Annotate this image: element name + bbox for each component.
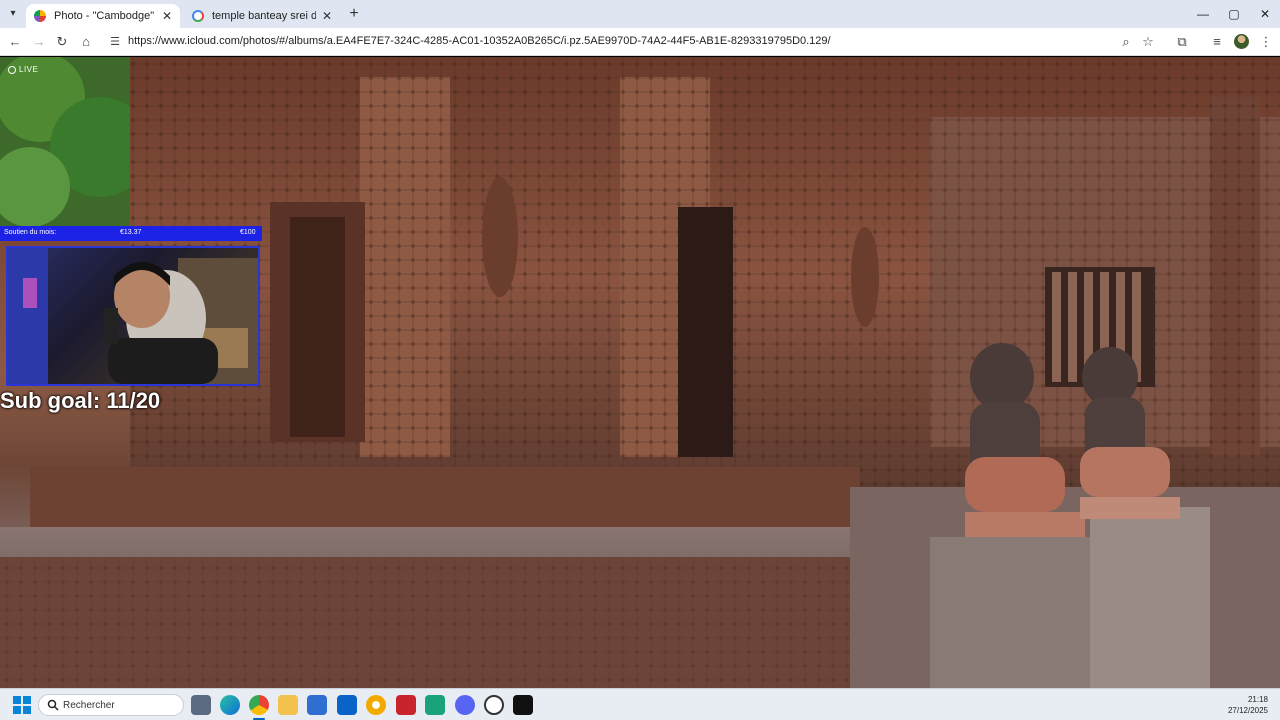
webcam-overlay: [6, 246, 260, 386]
tab-title: temple banteay srei date - Rech: [212, 10, 316, 22]
taskbar-search[interactable]: Rechercher: [38, 694, 184, 716]
app-icon-yellow[interactable]: [366, 695, 386, 715]
taskbar: Rechercher 21:18 27/12/2025: [0, 688, 1280, 720]
google-favicon-icon: [192, 10, 204, 22]
browser-toolbar: ← → ↻ ⌂ ☰ https://www.icloud.com/photos/…: [0, 28, 1280, 56]
sub-goal-bar: Soutien du mois: €13.37 €100: [0, 226, 262, 241]
reload-icon[interactable]: ↻: [53, 33, 71, 51]
photos-favicon-icon: [34, 10, 46, 22]
sub-bar-label: Soutien du mois:: [4, 229, 57, 236]
clock-time: 21:18: [1247, 695, 1268, 704]
system-clock[interactable]: 21:18 27/12/2025: [1228, 694, 1268, 716]
windows-start-icon[interactable]: [12, 695, 32, 715]
close-tab-icon[interactable]: ✕: [162, 9, 172, 23]
close-tab-icon[interactable]: ✕: [322, 9, 332, 23]
profile-avatar[interactable]: [1234, 34, 1249, 49]
tab-google-search[interactable]: temple banteay srei date - Rech ✕: [184, 4, 340, 28]
app-icon-dark[interactable]: [513, 695, 533, 715]
site-info-icon[interactable]: ☰: [106, 33, 124, 51]
minimize-button[interactable]: —: [1194, 5, 1212, 23]
extensions-icon[interactable]: ⧉: [1173, 33, 1191, 51]
sub-bar-target: €100: [240, 229, 256, 236]
discord-icon[interactable]: [455, 695, 475, 715]
screen: ▾ Photo - "Cambodge" - iCloud Ph ✕ templ…: [0, 0, 1280, 720]
obs-icon[interactable]: [484, 695, 504, 715]
search-placeholder: Rechercher: [63, 700, 115, 711]
live-photo-badge[interactable]: LIVE: [8, 65, 38, 74]
live-icon: [8, 65, 16, 74]
tab-icloud-photos[interactable]: Photo - "Cambodge" - iCloud Ph ✕: [26, 4, 180, 28]
close-window-button[interactable]: ✕: [1256, 5, 1274, 23]
chrome-icon[interactable]: [249, 695, 269, 715]
bookmark-star-icon[interactable]: ☆: [1139, 33, 1157, 51]
task-view-icon[interactable]: [191, 695, 211, 715]
sub-bar-current: €13.37: [120, 229, 142, 236]
maximize-button[interactable]: ▢: [1225, 5, 1243, 23]
address-bar[interactable]: https://www.icloud.com/photos/#/albums/a…: [128, 35, 831, 47]
tab-search-button[interactable]: ▾: [4, 5, 22, 23]
webcam-feed: [8, 248, 258, 384]
media-control-icon[interactable]: ≡: [1208, 33, 1226, 51]
clock-date: 27/12/2025: [1227, 706, 1268, 715]
sub-goal-text: Sub goal: 11/20: [0, 388, 161, 413]
voicemod-icon[interactable]: [396, 695, 416, 715]
forward-icon[interactable]: →: [30, 33, 48, 51]
new-tab-button[interactable]: +: [345, 5, 363, 23]
live-label: LIVE: [19, 65, 39, 74]
file-explorer-icon[interactable]: [278, 695, 298, 715]
outlook-icon[interactable]: [337, 695, 357, 715]
browser-menu-icon[interactable]: ⋮: [1257, 33, 1275, 51]
tab-title: Photo - "Cambodge" - iCloud Ph: [54, 10, 156, 22]
zoom-icon[interactable]: ⌕: [1117, 33, 1135, 51]
app-icon-green[interactable]: [425, 695, 445, 715]
store-icon[interactable]: [307, 695, 327, 715]
edge-icon[interactable]: [220, 695, 240, 715]
search-icon: [47, 699, 59, 711]
back-icon[interactable]: ←: [6, 33, 24, 51]
tab-strip: ▾ Photo - "Cambodge" - iCloud Ph ✕ templ…: [0, 0, 1280, 28]
home-icon[interactable]: ⌂: [77, 33, 95, 51]
